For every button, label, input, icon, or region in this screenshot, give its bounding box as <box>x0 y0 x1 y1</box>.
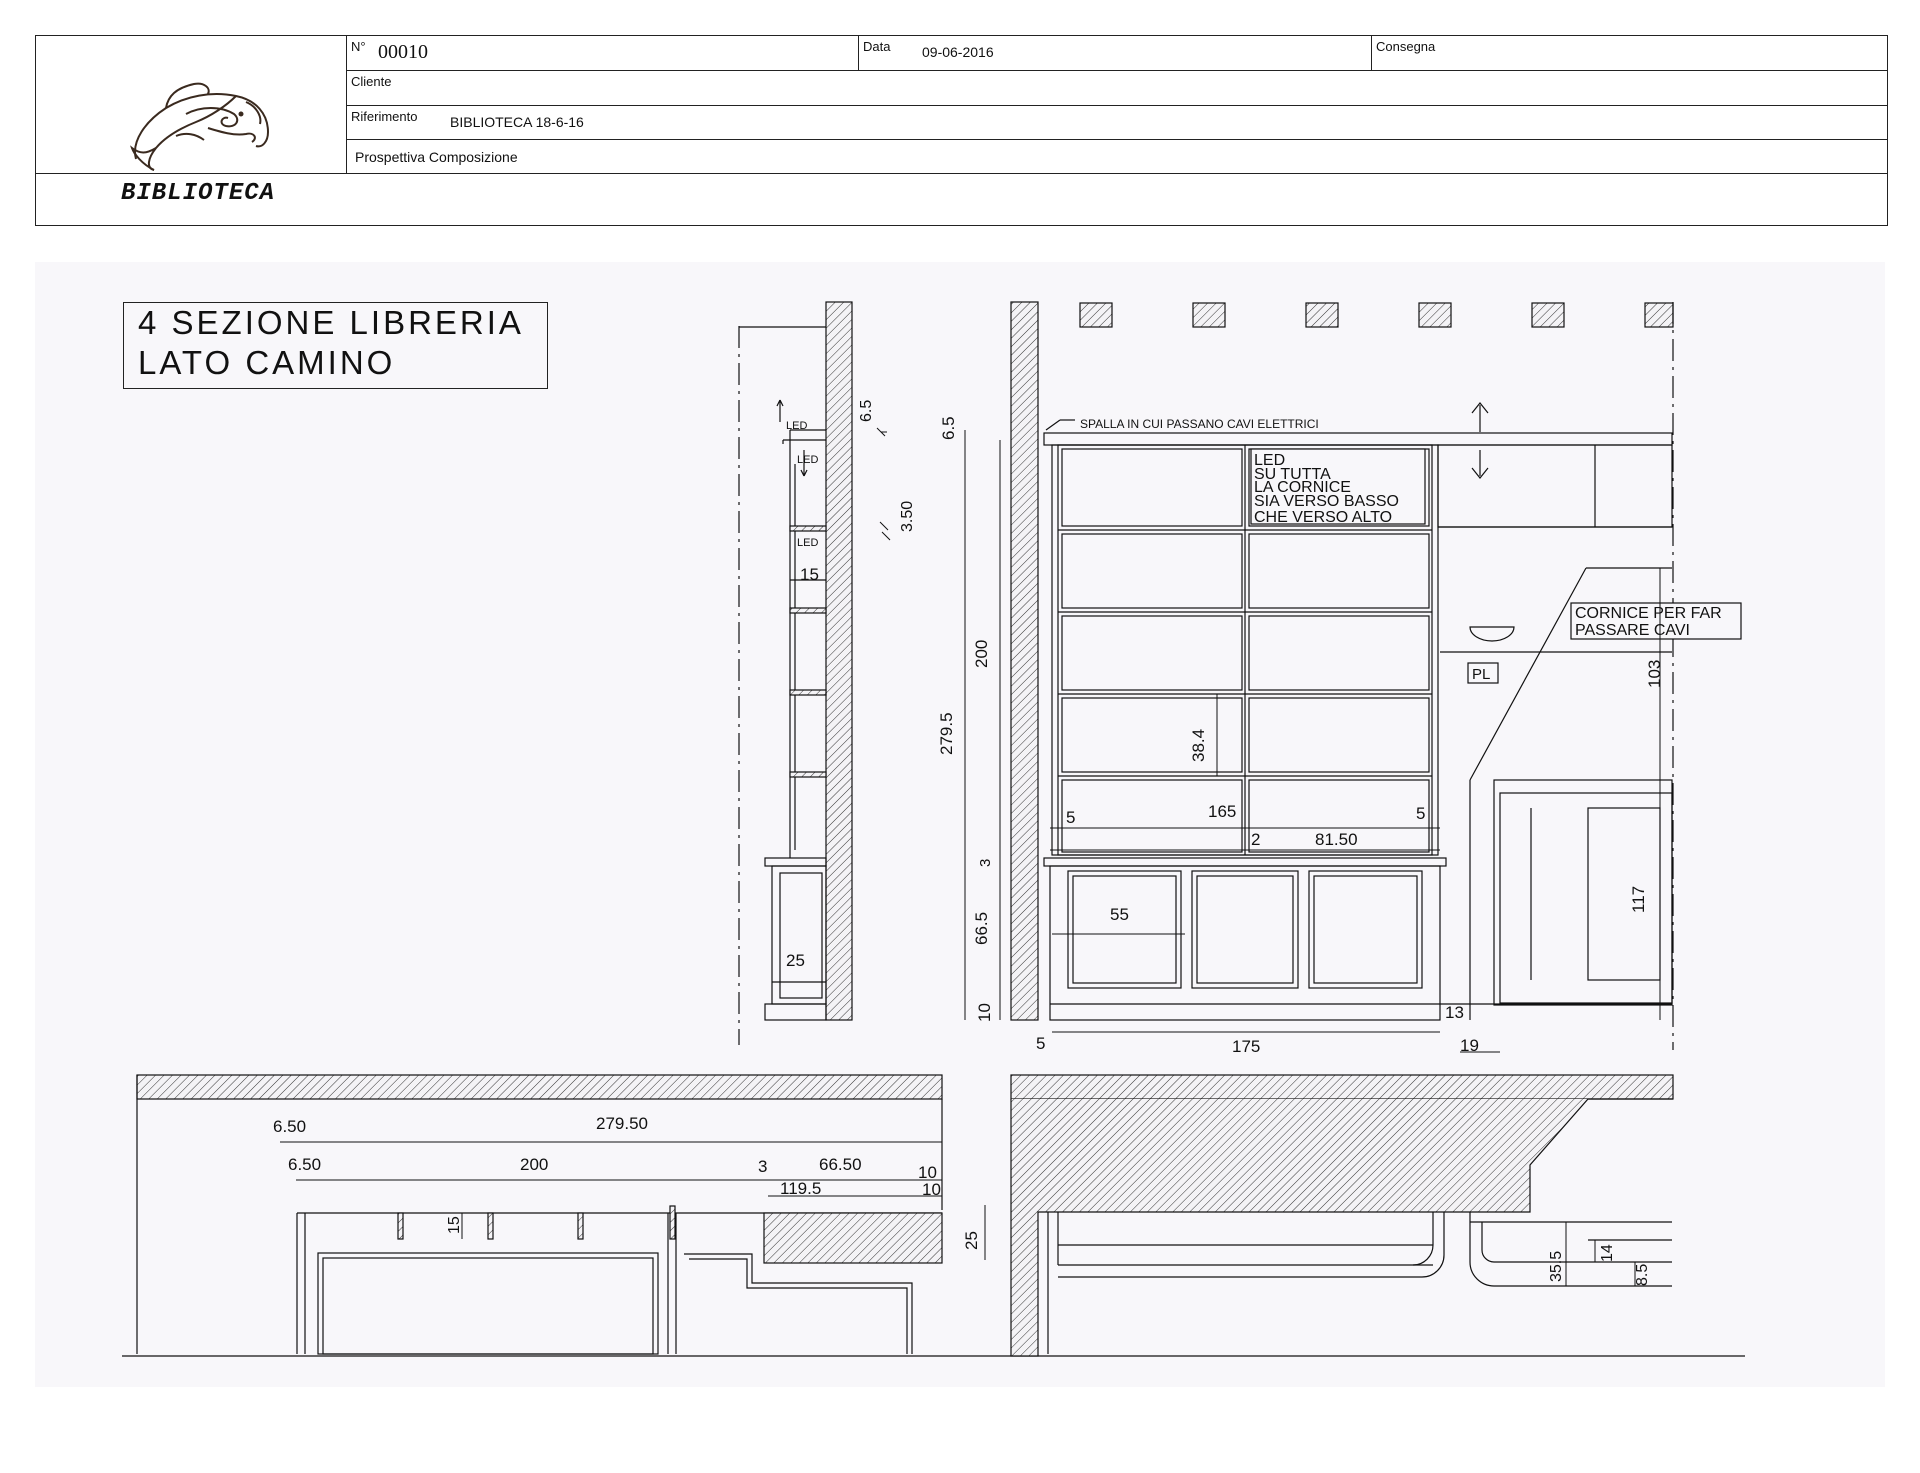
plan-dim-119-5: 119.5 <box>780 1179 821 1198</box>
plan-dim-35-5: 35.5 <box>1548 1251 1565 1282</box>
cornice-note-0: CORNICE PER FAR <box>1575 605 1722 622</box>
dim-19: 19 <box>1460 1036 1479 1055</box>
plan-dim-10b: 10 <box>922 1180 941 1199</box>
plan-dim-6-50b: 6.50 <box>288 1155 321 1174</box>
cornice-note-1: PASSARE CAVI <box>1575 622 1690 639</box>
dim-5c: 5 <box>1036 1034 1045 1053</box>
dim-66-5: 66.5 <box>972 912 991 945</box>
side-dim-25: 25 <box>786 951 805 970</box>
plan-dim-200: 200 <box>520 1155 548 1174</box>
front-elevation <box>1010 301 1742 1050</box>
dim-175: 175 <box>1232 1037 1260 1056</box>
side-section <box>738 301 853 1045</box>
dim-6-5: 6.5 <box>939 416 958 440</box>
technical-drawing: LED LED LED 6.5 3.50 15 25 SPALLA IN CUI… <box>122 301 1745 1357</box>
plan-dim-15: 15 <box>446 1216 463 1234</box>
plan-dim-6-50a: 6.50 <box>273 1117 306 1136</box>
dim-117: 117 <box>1629 886 1648 913</box>
side-led-2: LED <box>797 454 818 466</box>
dim-279-5: 279.5 <box>937 712 956 755</box>
dim-5a: 5 <box>1066 808 1075 827</box>
dim-103: 103 <box>1645 660 1664 688</box>
dim-10: 10 <box>975 1003 994 1022</box>
spalla-note: SPALLA IN CUI PASSANO CAVI ELETTRICI <box>1080 417 1319 431</box>
dim-81-50: 81.50 <box>1315 830 1358 849</box>
side-dim-3-50: 3.50 <box>899 501 916 532</box>
side-dim-6-5: 6.5 <box>858 400 875 422</box>
dim-165: 165 <box>1208 802 1236 821</box>
plan-dim-14: 14 <box>1599 1244 1616 1262</box>
plan-right <box>1010 1074 1674 1357</box>
led-note-4: CHE VERSO ALTO <box>1254 509 1392 526</box>
plan-dim-8-5: 8.5 <box>1634 1264 1651 1286</box>
plan-dim-3: 3 <box>758 1157 767 1176</box>
dim-200: 200 <box>972 640 991 668</box>
plan-dim-66-50: 66.50 <box>819 1155 862 1174</box>
dim-13: 13 <box>1445 1003 1464 1022</box>
dim-2: 2 <box>1251 830 1260 849</box>
dim-55: 55 <box>1110 905 1129 924</box>
side-ticks <box>876 427 891 541</box>
side-dim-15: 15 <box>800 565 819 584</box>
dim-38-4: 38.4 <box>1189 729 1208 762</box>
side-led-1: LED <box>786 420 807 432</box>
plan-dim-25: 25 <box>962 1231 981 1250</box>
pl-label: PL <box>1472 666 1490 683</box>
plan-dim-279-50: 279.50 <box>596 1114 648 1133</box>
led-note-3: SIA VERSO BASSO <box>1254 493 1399 510</box>
side-led-3: LED <box>797 537 818 549</box>
dim-3: 3 <box>977 859 994 867</box>
dim-5b: 5 <box>1416 804 1425 823</box>
